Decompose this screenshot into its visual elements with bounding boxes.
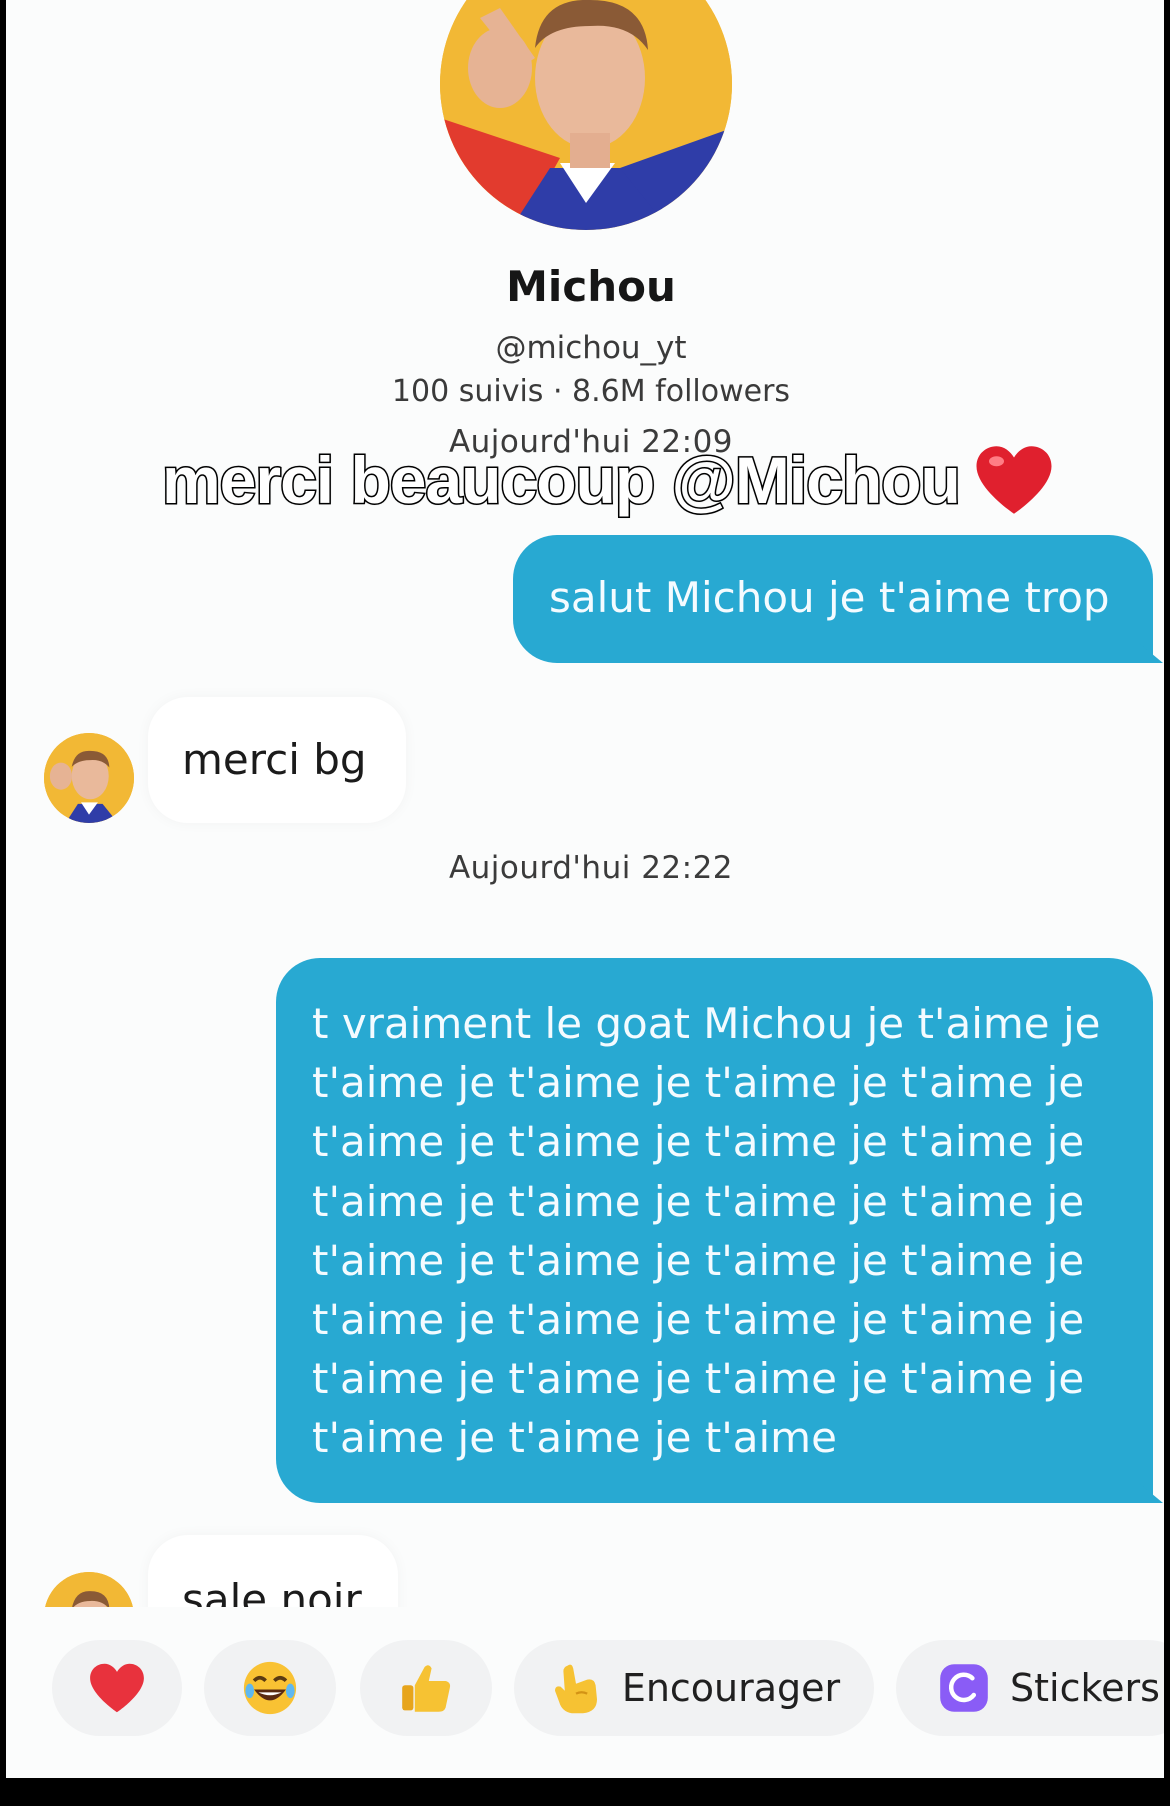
- profile-handle: @michou_yt: [495, 330, 687, 366]
- stickers-button[interactable]: Stickers: [896, 1640, 1164, 1736]
- thumbs-up-reaction-button[interactable]: [360, 1640, 492, 1736]
- avatar-illustration: [440, 0, 732, 230]
- profile-name: Michou: [506, 262, 676, 311]
- laugh-reaction-button[interactable]: [204, 1640, 336, 1736]
- received-message-bubble[interactable]: merci bg: [148, 697, 406, 823]
- chat-screen: Michou @michou_yt 100 suivis · 8.6M foll…: [6, 0, 1164, 1778]
- encourage-label: Encourager: [621, 1666, 841, 1710]
- profile-stats: 100 suivis · 8.6M followers: [391, 374, 791, 409]
- encourage-button[interactable]: Encourager: [514, 1640, 874, 1736]
- message-text: merci bg: [182, 735, 367, 784]
- bottom-letterbox: [0, 1778, 1170, 1806]
- quick-reply-bar: Encourager Stickers: [6, 1640, 1164, 1740]
- sent-message-bubble[interactable]: t vraiment le goat Michou je t'aime je t…: [276, 958, 1163, 1503]
- sticker-icon: [940, 1664, 988, 1712]
- bubble-tail: [1139, 643, 1163, 663]
- clapping-hand-icon: [554, 1664, 597, 1714]
- heart-reaction-button[interactable]: [52, 1640, 182, 1736]
- sender-avatar[interactable]: [44, 733, 134, 823]
- thumbs-up-icon: [402, 1665, 451, 1712]
- stickers-label: Stickers: [1010, 1666, 1160, 1710]
- message-text: t vraiment le goat Michou je t'aime je t…: [312, 999, 1101, 1463]
- laughing-emoji-icon: [243, 1661, 297, 1715]
- sent-message-bubble[interactable]: salut Michou je t'aime trop: [513, 535, 1163, 663]
- bubble-tail: [1139, 1483, 1163, 1503]
- avatar-illustration: [44, 733, 134, 823]
- timestamp: Aujourd'hui 22:22: [448, 850, 734, 886]
- message-text: salut Michou je t'aime trop: [549, 573, 1110, 622]
- profile-avatar[interactable]: [440, 0, 732, 230]
- timestamp: Aujourd'hui 22:09: [448, 424, 734, 460]
- heart-icon: [90, 1663, 144, 1713]
